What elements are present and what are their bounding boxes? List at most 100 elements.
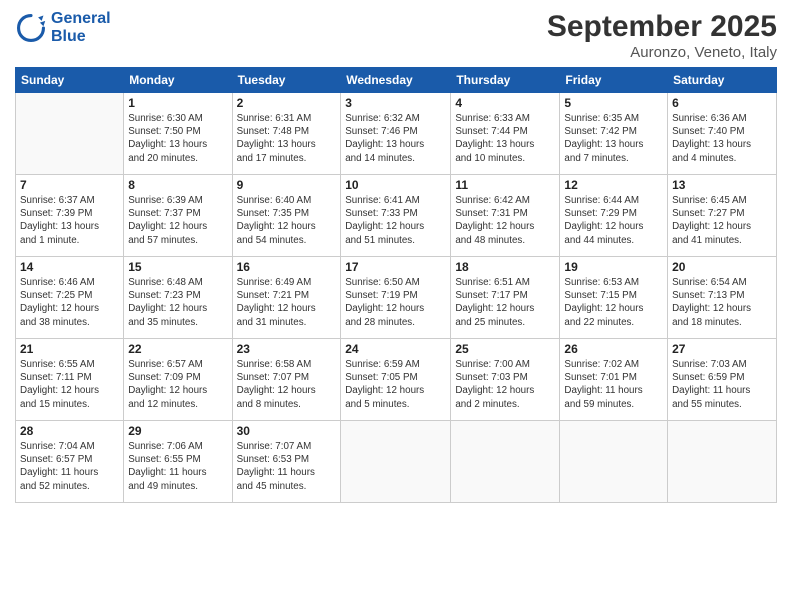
- day-info: Sunrise: 6:36 AM Sunset: 7:40 PM Dayligh…: [672, 112, 772, 165]
- calendar-cell: 9 Sunrise: 6:40 AM Sunset: 7:35 PM Daylig…: [232, 175, 341, 257]
- day-info: Sunrise: 6:30 AM Sunset: 7:50 PM Dayligh…: [128, 112, 227, 165]
- day-number: 29: [128, 424, 227, 438]
- calendar-cell: 15Sunrise: 6:48 AM Sunset: 7:23 PM Dayli…: [124, 257, 232, 339]
- calendar-cell: 18 Sunrise: 6:51 AM Sunset: 7:17 PM Dayli…: [451, 257, 560, 339]
- calendar-cell: 12 Sunrise: 6:44 AM Sunset: 7:29 PM Dayli…: [560, 175, 668, 257]
- day-number: 2: [237, 96, 337, 110]
- calendar-cell: 10Sunrise: 6:41 AM Sunset: 7:33 PM Dayli…: [341, 175, 451, 257]
- calendar-cell: 20Sunrise: 6:54 AM Sunset: 7:13 PM Dayli…: [668, 257, 777, 339]
- calendar-week-1: 1 Sunrise: 6:30 AM Sunset: 7:50 PM Daylig…: [16, 93, 777, 175]
- calendar-cell: 13Sunrise: 6:45 AM Sunset: 7:27 PM Dayli…: [668, 175, 777, 257]
- day-info: Sunrise: 6:40 AM Sunset: 7:35 PM Dayligh…: [237, 194, 337, 247]
- day-info: Sunrise: 6:44 AM Sunset: 7:29 PM Dayligh…: [564, 194, 663, 247]
- day-number: 7: [20, 178, 119, 192]
- day-header-friday: Friday: [560, 68, 668, 93]
- day-number: 24: [345, 342, 446, 356]
- calendar-cell: 11 Sunrise: 6:42 AM Sunset: 7:31 PM Dayli…: [451, 175, 560, 257]
- calendar-cell: 3 Sunrise: 6:32 AM Sunset: 7:46 PM Daylig…: [341, 93, 451, 175]
- day-info: Sunrise: 6:39 AM Sunset: 7:37 PM Dayligh…: [128, 194, 227, 247]
- calendar-cell: 26 Sunrise: 7:02 AM Sunset: 7:01 PM Dayli…: [560, 339, 668, 421]
- calendar-header-row: SundayMondayTuesdayWednesdayThursdayFrid…: [16, 68, 777, 93]
- calendar-cell: 17Sunrise: 6:50 AM Sunset: 7:19 PM Dayli…: [341, 257, 451, 339]
- calendar-cell: 14 Sunrise: 6:46 AM Sunset: 7:25 PM Dayli…: [16, 257, 124, 339]
- title-block: September 2025 Auronzo, Veneto, Italy: [547, 10, 777, 61]
- calendar-cell: 16Sunrise: 6:49 AM Sunset: 7:21 PM Dayli…: [232, 257, 341, 339]
- day-header-tuesday: Tuesday: [232, 68, 341, 93]
- day-info: Sunrise: 7:03 AM Sunset: 6:59 PM Dayligh…: [672, 358, 772, 411]
- day-header-saturday: Saturday: [668, 68, 777, 93]
- day-number: 11: [455, 178, 555, 192]
- day-info: Sunrise: 6:50 AM Sunset: 7:19 PM Dayligh…: [345, 276, 446, 329]
- day-info: Sunrise: 7:02 AM Sunset: 7:01 PM Dayligh…: [564, 358, 663, 411]
- header: General Blue September 2025 Auronzo, Ven…: [15, 10, 777, 61]
- day-info: Sunrise: 6:57 AM Sunset: 7:09 PM Dayligh…: [128, 358, 227, 411]
- day-number: 26: [564, 342, 663, 356]
- calendar-week-4: 21 Sunrise: 6:55 AM Sunset: 7:11 PM Dayli…: [16, 339, 777, 421]
- day-number: 12: [564, 178, 663, 192]
- day-info: Sunrise: 6:55 AM Sunset: 7:11 PM Dayligh…: [20, 358, 119, 411]
- day-header-wednesday: Wednesday: [341, 68, 451, 93]
- day-number: 19: [564, 260, 663, 274]
- day-number: 3: [345, 96, 446, 110]
- calendar-cell: 19 Sunrise: 6:53 AM Sunset: 7:15 PM Dayli…: [560, 257, 668, 339]
- day-info: Sunrise: 6:46 AM Sunset: 7:25 PM Dayligh…: [20, 276, 119, 329]
- day-info: Sunrise: 6:31 AM Sunset: 7:48 PM Dayligh…: [237, 112, 337, 165]
- calendar-cell: 8 Sunrise: 6:39 AM Sunset: 7:37 PM Daylig…: [124, 175, 232, 257]
- day-number: 1: [128, 96, 227, 110]
- day-header-thursday: Thursday: [451, 68, 560, 93]
- logo-icon: [15, 12, 47, 44]
- day-number: 20: [672, 260, 772, 274]
- day-info: Sunrise: 6:32 AM Sunset: 7:46 PM Dayligh…: [345, 112, 446, 165]
- day-info: Sunrise: 6:49 AM Sunset: 7:21 PM Dayligh…: [237, 276, 337, 329]
- calendar-cell: 25 Sunrise: 7:00 AM Sunset: 7:03 PM Dayli…: [451, 339, 560, 421]
- calendar-cell: [560, 421, 668, 503]
- day-number: 25: [455, 342, 555, 356]
- calendar-cell: 29 Sunrise: 7:06 AM Sunset: 6:55 PM Dayli…: [124, 421, 232, 503]
- day-number: 6: [672, 96, 772, 110]
- calendar-week-2: 7 Sunrise: 6:37 AM Sunset: 7:39 PM Daylig…: [16, 175, 777, 257]
- calendar-cell: 22 Sunrise: 6:57 AM Sunset: 7:09 PM Dayli…: [124, 339, 232, 421]
- day-number: 5: [564, 96, 663, 110]
- day-info: Sunrise: 7:00 AM Sunset: 7:03 PM Dayligh…: [455, 358, 555, 411]
- day-number: 23: [237, 342, 337, 356]
- page: General Blue September 2025 Auronzo, Ven…: [0, 0, 792, 612]
- calendar-cell: 6 Sunrise: 6:36 AM Sunset: 7:40 PM Daylig…: [668, 93, 777, 175]
- day-info: Sunrise: 7:04 AM Sunset: 6:57 PM Dayligh…: [20, 440, 119, 493]
- calendar-cell: [451, 421, 560, 503]
- logo: General Blue: [15, 10, 111, 45]
- day-info: Sunrise: 6:33 AM Sunset: 7:44 PM Dayligh…: [455, 112, 555, 165]
- calendar-cell: 4 Sunrise: 6:33 AM Sunset: 7:44 PM Daylig…: [451, 93, 560, 175]
- calendar-cell: 21 Sunrise: 6:55 AM Sunset: 7:11 PM Dayli…: [16, 339, 124, 421]
- day-number: 4: [455, 96, 555, 110]
- day-number: 14: [20, 260, 119, 274]
- day-info: Sunrise: 7:06 AM Sunset: 6:55 PM Dayligh…: [128, 440, 227, 493]
- calendar-cell: 1 Sunrise: 6:30 AM Sunset: 7:50 PM Daylig…: [124, 93, 232, 175]
- calendar-cell: 30Sunrise: 7:07 AM Sunset: 6:53 PM Dayli…: [232, 421, 341, 503]
- day-info: Sunrise: 6:58 AM Sunset: 7:07 PM Dayligh…: [237, 358, 337, 411]
- calendar-cell: 23 Sunrise: 6:58 AM Sunset: 7:07 PM Dayli…: [232, 339, 341, 421]
- calendar-table: SundayMondayTuesdayWednesdayThursdayFrid…: [15, 67, 777, 503]
- calendar-cell: [16, 93, 124, 175]
- calendar-cell: 5 Sunrise: 6:35 AM Sunset: 7:42 PM Daylig…: [560, 93, 668, 175]
- calendar-cell: 27 Sunrise: 7:03 AM Sunset: 6:59 PM Dayli…: [668, 339, 777, 421]
- day-number: 21: [20, 342, 119, 356]
- day-info: Sunrise: 6:35 AM Sunset: 7:42 PM Dayligh…: [564, 112, 663, 165]
- calendar-week-3: 14 Sunrise: 6:46 AM Sunset: 7:25 PM Dayli…: [16, 257, 777, 339]
- month-title: September 2025: [547, 10, 777, 44]
- day-number: 30: [237, 424, 337, 438]
- day-number: 15: [128, 260, 227, 274]
- day-number: 10: [345, 178, 446, 192]
- day-number: 22: [128, 342, 227, 356]
- day-number: 8: [128, 178, 227, 192]
- day-info: Sunrise: 6:37 AM Sunset: 7:39 PM Dayligh…: [20, 194, 119, 247]
- day-info: Sunrise: 6:42 AM Sunset: 7:31 PM Dayligh…: [455, 194, 555, 247]
- logo-text: General Blue: [51, 10, 111, 45]
- day-number: 27: [672, 342, 772, 356]
- day-info: Sunrise: 6:51 AM Sunset: 7:17 PM Dayligh…: [455, 276, 555, 329]
- calendar-cell: 7 Sunrise: 6:37 AM Sunset: 7:39 PM Daylig…: [16, 175, 124, 257]
- day-number: 28: [20, 424, 119, 438]
- calendar-cell: [341, 421, 451, 503]
- day-number: 9: [237, 178, 337, 192]
- day-info: Sunrise: 6:53 AM Sunset: 7:15 PM Dayligh…: [564, 276, 663, 329]
- day-number: 18: [455, 260, 555, 274]
